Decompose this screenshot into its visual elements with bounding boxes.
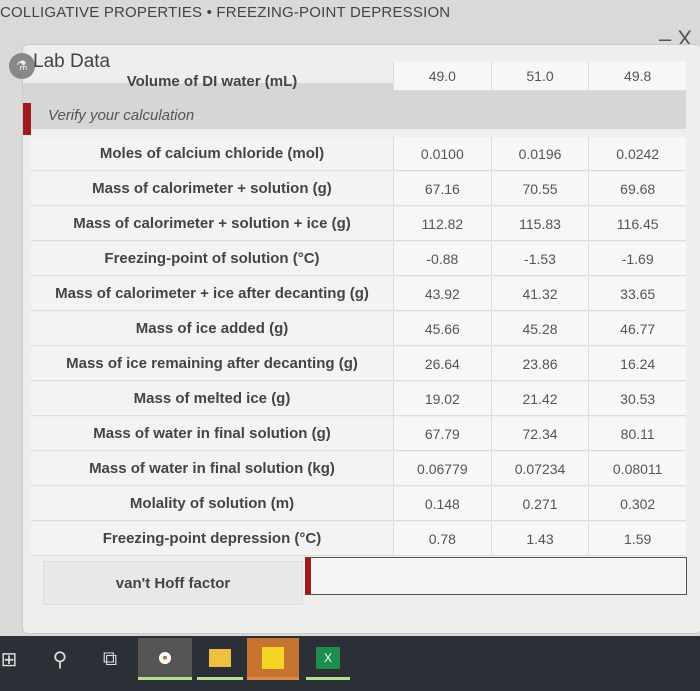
status-indicator bbox=[23, 103, 31, 135]
table-row: Mass of calorimeter + solution (g) 67.16 7… bbox=[31, 172, 687, 206]
row-label: Moles of calcium chloride (mol) bbox=[31, 137, 393, 171]
row-label: Mass of calorimeter + ice after decantin… bbox=[31, 277, 393, 311]
verify-label: Verify your calculation bbox=[48, 107, 195, 124]
cell: 115.83 bbox=[490, 207, 589, 241]
sticky-notes-icon[interactable] bbox=[247, 638, 299, 680]
row-label: Molality of solution (m) bbox=[31, 487, 393, 521]
cell: 41.32 bbox=[490, 277, 589, 311]
cell: 69.68 bbox=[588, 172, 687, 206]
cell: 45.66 bbox=[393, 312, 491, 346]
row-label: Freezing-point of solution (°C) bbox=[31, 242, 393, 276]
taskbar: ⊞ ⚲ ⧉ X bbox=[0, 636, 700, 691]
cell: 0.78 bbox=[393, 522, 491, 556]
cell: 21.42 bbox=[490, 382, 589, 416]
row-label: Mass of ice added (g) bbox=[31, 312, 393, 346]
vant-hoff-label: van't Hoff factor bbox=[43, 561, 303, 605]
cell: 116.45 bbox=[588, 207, 687, 241]
table-row: Moles of calcium chloride (mol) 0.0100 0.0… bbox=[31, 137, 687, 171]
cell: 19.02 bbox=[393, 382, 491, 416]
row-label: Mass of calorimeter + solution (g) bbox=[31, 172, 393, 206]
table-row: Mass of melted ice (g) 19.02 21.42 30.53 bbox=[31, 382, 687, 416]
cell: -1.53 bbox=[490, 242, 589, 276]
table-row: Freezing-point of solution (°C) -0.88 -1.5… bbox=[31, 242, 687, 276]
table-row: Mass of ice added (g) 45.66 45.28 46.77 bbox=[31, 312, 687, 346]
row-label: Mass of water in final solution (kg) bbox=[31, 452, 393, 486]
excel-icon[interactable]: X bbox=[306, 638, 350, 680]
cell: 26.64 bbox=[393, 347, 491, 381]
file-explorer-icon[interactable] bbox=[197, 638, 243, 680]
cell: -1.69 bbox=[588, 242, 687, 276]
cell: 49.8 bbox=[588, 61, 687, 91]
cell: 0.0242 bbox=[588, 137, 687, 171]
cell: 72.34 bbox=[490, 417, 589, 451]
table-row: Mass of calorimeter + solution + ice (g)… bbox=[31, 207, 687, 241]
cell: 23.86 bbox=[490, 347, 589, 381]
cell: 0.271 bbox=[490, 487, 589, 521]
table-row: Freezing-point depression (°C) 0.78 1.43 1.… bbox=[31, 522, 687, 556]
cell: 67.16 bbox=[393, 172, 491, 206]
cell: 45.28 bbox=[490, 312, 589, 346]
row-label: Mass of melted ice (g) bbox=[31, 382, 393, 416]
lab-data-panel: ⚗ Lab Data Verify your calculation Volum… bbox=[9, 44, 700, 634]
row-label: Freezing-point depression (°C) bbox=[31, 522, 393, 556]
cell: 16.24 bbox=[588, 347, 687, 381]
cell: 33.65 bbox=[588, 277, 687, 311]
table-row: Mass of water in final solution (g) 67.79… bbox=[31, 417, 687, 451]
cell: 43.92 bbox=[393, 277, 491, 311]
cell: 1.59 bbox=[588, 522, 687, 556]
cell: 0.0100 bbox=[393, 137, 491, 171]
cell: 67.79 bbox=[393, 417, 491, 451]
cell: 46.77 bbox=[588, 312, 687, 346]
cell: 70.55 bbox=[490, 172, 589, 206]
table-row: Mass of calorimeter + ice after decantin… bbox=[31, 277, 687, 311]
cell: 0.07234 bbox=[490, 452, 589, 486]
cell: 0.302 bbox=[588, 487, 687, 521]
cell: 1.43 bbox=[490, 522, 589, 556]
table-row: Mass of ice remaining after decanting (g… bbox=[31, 347, 687, 381]
cell: 0.148 bbox=[393, 487, 491, 521]
cell: 112.82 bbox=[393, 207, 491, 241]
row-label: Mass of water in final solution (g) bbox=[31, 417, 393, 451]
cell: -0.88 bbox=[393, 242, 491, 276]
cell: 0.06779 bbox=[393, 452, 491, 486]
cell: 0.0196 bbox=[490, 137, 589, 171]
table-row: Mass of water in final solution (kg) 0.06… bbox=[31, 452, 687, 486]
cell: 0.08011 bbox=[588, 452, 687, 486]
cell: 80.11 bbox=[588, 417, 687, 451]
task-view-icon[interactable]: ⧉ bbox=[95, 638, 125, 680]
cell: 51.0 bbox=[490, 61, 589, 91]
search-icon[interactable]: ⚲ bbox=[45, 638, 75, 680]
row-label: Mass of calorimeter + solution + ice (g) bbox=[31, 207, 393, 241]
vant-hoff-input[interactable] bbox=[305, 557, 687, 595]
app-title: COLLIGATIVE PROPERTIES • FREEZING-POINT … bbox=[0, 4, 451, 21]
chrome-icon[interactable] bbox=[138, 638, 192, 680]
cell: 49.0 bbox=[393, 61, 491, 91]
row-label: Mass of ice remaining after decanting (g… bbox=[31, 347, 393, 381]
windows-start-icon[interactable]: ⊞ bbox=[0, 638, 18, 680]
table-row: Molality of solution (m) 0.148 0.271 0.302 bbox=[31, 487, 687, 521]
row-label: Volume of DI water (mL) bbox=[126, 72, 298, 90]
cell: 30.53 bbox=[588, 382, 687, 416]
table-row: Volume of DI water (mL) 49.0 51.0 49.8 bbox=[31, 61, 687, 91]
